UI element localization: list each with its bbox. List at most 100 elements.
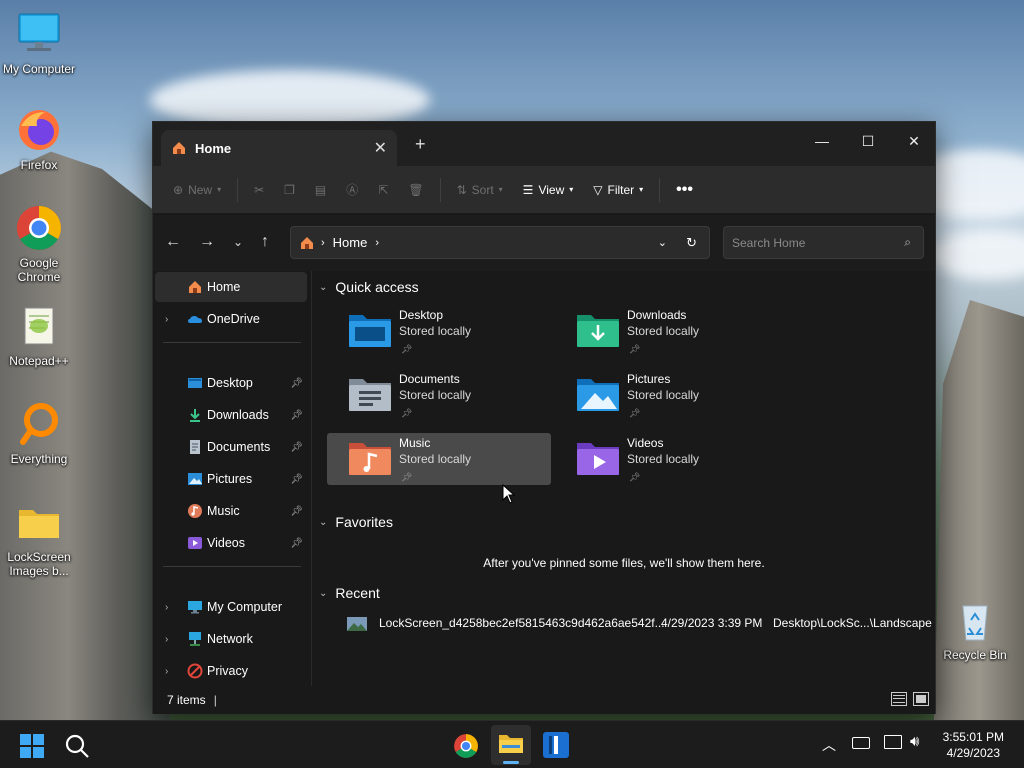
recent-locations-button[interactable]: ⌄ — [233, 235, 243, 249]
pin-icon: 📌︎ — [290, 505, 303, 517]
close-button[interactable]: ✕ — [891, 126, 937, 156]
sidebar-item-privacy[interactable]: › Privacy — [155, 656, 307, 686]
address-dropdown-icon[interactable]: ⌄ — [658, 236, 667, 249]
taskbar-chrome-button[interactable] — [453, 733, 479, 759]
view-button[interactable]: ☰ View ▾ — [513, 175, 584, 205]
desktop-icon-recycle-bin[interactable]: Recycle Bin — [937, 596, 1013, 662]
sidebar-label: My Computer — [207, 600, 283, 614]
divider — [237, 177, 239, 202]
close-tab-icon[interactable]: ✕ — [374, 138, 387, 158]
pane-divider[interactable] — [311, 271, 312, 686]
sidebar-item-onedrive[interactable]: › OneDrive — [155, 304, 307, 334]
up-button[interactable]: ↑ — [261, 233, 269, 251]
quick-access-desktop[interactable]: Desktop Stored locally 📌︎ — [327, 305, 551, 357]
desktop-icon-notepadpp[interactable]: Notepad++ — [1, 302, 77, 368]
cut-button[interactable]: ✂ — [244, 175, 274, 205]
show-hidden-icons-button[interactable]: ︿ — [822, 735, 836, 755]
breadcrumb-home[interactable]: Home — [333, 235, 368, 250]
quick-access-music[interactable]: Music Stored locally 📌︎ — [327, 433, 551, 485]
quick-access-documents[interactable]: Documents Stored locally 📌︎ — [327, 369, 551, 421]
desktop-icon-label: My Computer — [2, 62, 76, 76]
desktop-icon-lockscreen-folder[interactable]: LockScreen Images b... — [1, 498, 77, 578]
sidebar-label: Privacy — [207, 664, 248, 678]
taskbar-file-explorer-button[interactable] — [491, 725, 531, 765]
status-bar: 7 items | — [153, 686, 935, 714]
minimize-button[interactable]: — — [799, 126, 845, 156]
details-view-icon[interactable] — [891, 692, 907, 706]
sidebar-item-downloads[interactable]: Downloads 📌︎ — [155, 400, 307, 430]
search-box[interactable]: Search Home ⌕ — [723, 226, 924, 259]
divider — [439, 177, 441, 202]
desktop-icon-my-computer[interactable]: My Computer — [1, 10, 77, 76]
filter-icon: ▽ — [593, 182, 603, 197]
rename-button[interactable]: Ⓐ — [336, 175, 368, 205]
chevron-right-icon[interactable]: › — [165, 666, 168, 677]
new-tab-button[interactable]: + — [415, 134, 426, 155]
item-name: Documents — [399, 372, 460, 386]
desktop-icon-chrome[interactable]: Google Chrome — [1, 204, 77, 284]
network-icon[interactable] — [884, 735, 902, 749]
folder-icon — [499, 735, 523, 753]
maximize-button[interactable]: ☐ — [845, 126, 891, 156]
desktop-icon-firefox[interactable]: Firefox — [1, 106, 77, 172]
recent-file-date: 4/29/2023 3:39 PM — [661, 616, 763, 630]
taskbar-app-button[interactable] — [543, 732, 569, 758]
sidebar-item-documents[interactable]: Documents 📌︎ — [155, 432, 307, 462]
breadcrumb-chevron-icon: › — [321, 236, 325, 249]
item-status: Stored locally — [627, 324, 700, 338]
tab-home[interactable]: Home ✕ — [161, 130, 397, 166]
item-status: Stored locally — [399, 452, 472, 466]
quick-access-downloads[interactable]: Downloads Stored locally 📌︎ — [555, 305, 779, 357]
sidebar-item-music[interactable]: Music 📌︎ — [155, 496, 307, 526]
back-button[interactable]: ← — [165, 233, 181, 251]
recent-header[interactable]: ⌄ Recent — [319, 585, 380, 601]
copy-icon: ❐ — [284, 182, 295, 197]
copy-button[interactable]: ❐ — [274, 175, 305, 205]
refresh-icon[interactable]: ↻ — [686, 235, 697, 251]
item-name: Music — [399, 436, 431, 450]
more-options-button[interactable]: ••• — [666, 175, 703, 205]
sidebar-item-desktop[interactable]: Desktop 📌︎ — [155, 368, 307, 398]
new-button[interactable]: ⊕ New ▾ — [163, 175, 231, 205]
volume-icon[interactable]: 🔊︎ — [910, 733, 919, 750]
quick-access-videos[interactable]: Videos Stored locally 📌︎ — [555, 433, 779, 485]
share-button[interactable]: ⇱ — [368, 175, 398, 205]
clock[interactable]: 3:55:01 PM 4/29/2023 — [943, 729, 1004, 761]
paste-button[interactable]: ▤ — [305, 175, 336, 205]
video-icon — [187, 535, 203, 551]
notepad-plus-plus-icon — [15, 302, 63, 350]
filter-button[interactable]: ▽ Filter ▾ — [583, 175, 653, 205]
sidebar-label: Downloads — [207, 408, 269, 422]
forward-button[interactable]: → — [199, 233, 215, 251]
music-folder-icon — [349, 441, 391, 475]
sort-button[interactable]: ⇅ Sort ▾ — [447, 175, 513, 205]
sidebar-item-network[interactable]: › Network — [155, 624, 307, 654]
start-button[interactable] — [20, 734, 44, 758]
item-count: 7 items — [167, 693, 206, 707]
taskbar-search-button[interactable] — [64, 733, 90, 759]
favorites-header[interactable]: ⌄ Favorites — [319, 514, 393, 530]
chevron-right-icon[interactable]: › — [165, 314, 168, 325]
desktop-icon-everything[interactable]: Everything — [1, 400, 77, 466]
sidebar-item-pictures[interactable]: Pictures 📌︎ — [155, 464, 307, 494]
item-name: Videos — [627, 436, 664, 450]
quick-access-pictures[interactable]: Pictures Stored locally 📌︎ — [555, 369, 779, 421]
sidebar-item-home[interactable]: Home — [155, 272, 307, 302]
chevron-right-icon[interactable]: › — [165, 602, 168, 613]
recent-file-row[interactable]: LockScreen_d4258bec2ef5815463c9d462a6ae5… — [347, 616, 932, 631]
sidebar-item-my-computer[interactable]: › My Computer — [155, 592, 307, 622]
chevron-right-icon[interactable]: › — [165, 634, 168, 645]
image-file-icon — [347, 617, 367, 631]
windows-logo-icon — [20, 734, 44, 758]
sidebar-item-videos[interactable]: Videos 📌︎ — [155, 528, 307, 558]
item-status: Stored locally — [627, 388, 700, 402]
quick-access-header[interactable]: ⌄ Quick access — [319, 279, 419, 295]
desktop-folder-icon — [349, 313, 391, 347]
clipboard-icon: ▤ — [314, 182, 327, 197]
tiles-view-icon[interactable] — [913, 692, 929, 706]
address-bar[interactable]: › Home › ⌄ ↻ — [290, 226, 710, 259]
clock-date: 4/29/2023 — [946, 746, 1000, 760]
keyboard-icon[interactable] — [852, 737, 870, 749]
desktop-icon-label: Firefox — [20, 158, 58, 172]
delete-button[interactable]: 🗑︎ — [398, 175, 433, 205]
